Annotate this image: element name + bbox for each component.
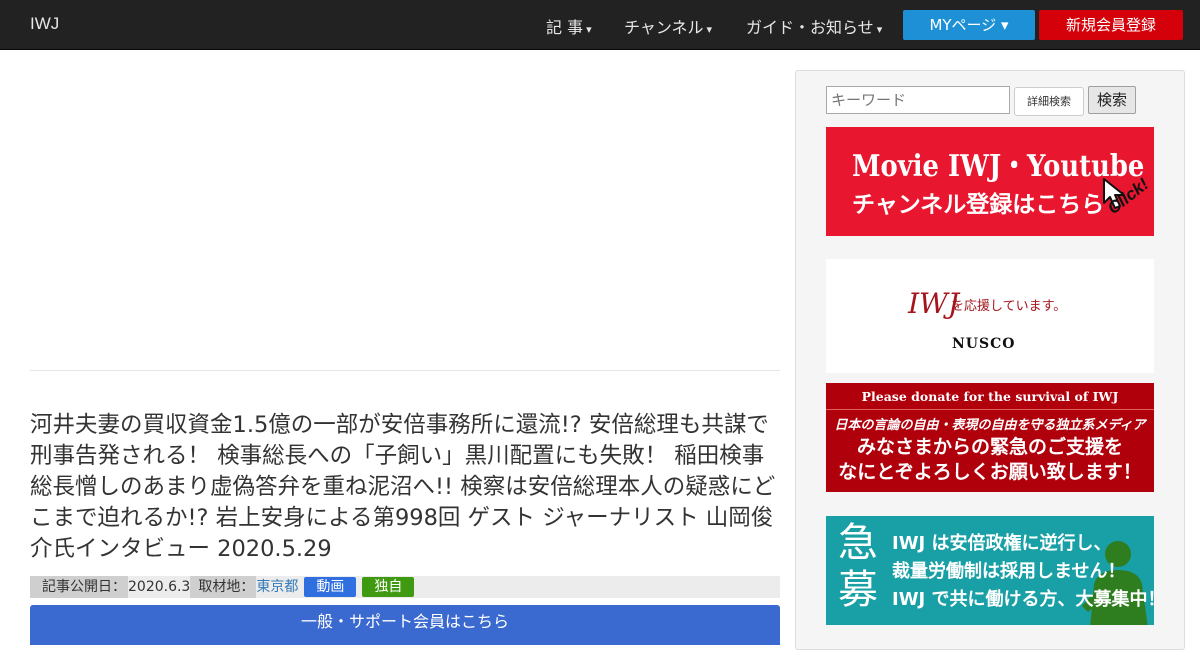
- search-button[interactable]: 検索: [1088, 86, 1136, 114]
- youtube-banner-line1: Movie IWJ・Youtube: [852, 149, 1145, 184]
- published-label: 記事公開日：: [30, 576, 128, 598]
- nav-guide-label: ガイド・お知らせ: [746, 18, 874, 37]
- top-navbar: IWJ 記 事 ▾ チャンネル ▾ ガイド・お知らせ ▾ MYページ ▾ 新規会員登録: [0, 0, 1200, 50]
- recruit-banner[interactable]: 急募 IWJ は安倍政権に逆行し、 裁量労働制は採用しません！ IWJ で共に働…: [826, 516, 1154, 625]
- donate-line2: 日本の言論の自由・表現の自由を守る独立系メディア: [834, 418, 1146, 433]
- chevron-down-icon: ▾: [876, 23, 883, 36]
- tag-video[interactable]: 動画: [304, 577, 357, 597]
- nav-channel[interactable]: チャンネル ▾: [624, 14, 712, 38]
- advanced-search-button[interactable]: 詳細検索: [1014, 87, 1084, 116]
- urgent-recruit-label: 急募: [838, 520, 878, 613]
- tag-exclusive[interactable]: 独自: [362, 577, 415, 597]
- published-date: 2020.6.3: [128, 579, 191, 595]
- chevron-down-icon: ▾: [706, 23, 713, 36]
- ad-area: [30, 70, 780, 370]
- nusco-logo: NUSCO: [952, 336, 1016, 352]
- youtube-banner-line2: チャンネル登録はこちら: [852, 192, 1105, 218]
- location-label: 取材地：: [190, 576, 257, 598]
- recruit-line2: 裁量労働制は採用しません！: [892, 561, 1126, 582]
- donate-line3: みなさまからの緊急のご支援を: [856, 436, 1123, 458]
- donate-banner[interactable]: Please donate for the survival of IWJ 日本…: [826, 383, 1154, 492]
- search-input[interactable]: [826, 86, 1010, 114]
- recruit-line3: IWJ で共に働ける方、大募集中！: [892, 589, 1154, 610]
- site-brand[interactable]: IWJ: [30, 14, 59, 34]
- my-page-button[interactable]: MYページ ▾: [903, 10, 1035, 40]
- nav-guide[interactable]: ガイド・お知らせ ▾: [746, 14, 882, 38]
- location-link[interactable]: 東京都: [256, 576, 298, 598]
- youtube-channel-banner[interactable]: Movie IWJ・Youtube チャンネル登録はこちら Click!: [826, 127, 1154, 236]
- article-meta: 記事公開日： 2020.6.3 取材地： 東京都 動画 独自: [30, 576, 780, 598]
- donate-message: みなさまからの緊急のご支援を なにとぞよろしくお願い致します！: [826, 435, 1154, 485]
- donate-separator: [826, 409, 1154, 410]
- nusco-support-banner[interactable]: IWJ を応援しています。 NUSCO: [826, 259, 1154, 373]
- recruit-text: IWJ は安倍政権に逆行し、 裁量労働制は採用しません！ IWJ で共に働ける方…: [892, 530, 1154, 614]
- chevron-down-icon: ▾: [586, 23, 592, 36]
- nav-articles-label: 記 事: [546, 18, 584, 37]
- nav-articles[interactable]: 記 事 ▾: [546, 14, 592, 38]
- support-text: を応援しています。: [951, 299, 1067, 314]
- article-title: 河井夫妻の買収資金1.5億の一部が安倍事務所に還流!? 安倍総理も共謀で刑事告発…: [30, 412, 776, 562]
- divider: [30, 370, 780, 371]
- nav-channel-label: チャンネル: [624, 18, 704, 37]
- register-button[interactable]: 新規会員登録: [1039, 10, 1183, 40]
- donate-line4: なにとぞよろしくお願い致します！: [838, 461, 1142, 483]
- donate-line1: Please donate for the survival of IWJ: [861, 389, 1119, 404]
- recruit-line1: IWJ は安倍政権に逆行し、: [892, 533, 1112, 554]
- member-button[interactable]: 一般・サポート会員はこちら: [30, 605, 780, 645]
